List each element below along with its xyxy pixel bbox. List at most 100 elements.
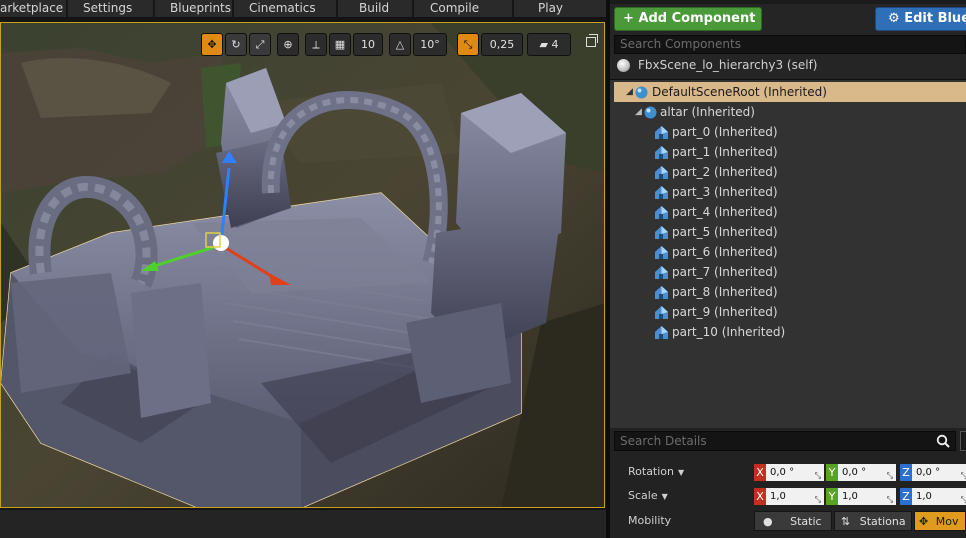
- details-options-button[interactable]: [960, 431, 966, 451]
- level-viewport[interactable]: ✥ ↻ ⤢ ⊕ ⟂ ▦ 10 △ 10° ⤡ 0,25 ▰ 4: [0, 22, 605, 508]
- tree-item-part[interactable]: part_7 (Inherited): [610, 262, 966, 282]
- surface-snap-icon: ⟂: [312, 38, 320, 51]
- expand-arrow-icon[interactable]: ◢: [626, 82, 633, 102]
- mobility-static-button[interactable]: ● Static: [754, 511, 832, 531]
- menu-blueprints[interactable]: Blueprints: [170, 0, 231, 18]
- mobility-movable-label: Mov: [935, 515, 959, 528]
- static-mesh-icon: [655, 326, 668, 339]
- static-mesh-icon: [655, 246, 668, 259]
- tree-item-part[interactable]: part_6 (Inherited): [610, 242, 966, 262]
- tree-item-label: part_6 (Inherited): [672, 245, 778, 259]
- rotation-snap-toggle[interactable]: △: [389, 33, 411, 56]
- scale-z-value: 1,0: [916, 491, 932, 502]
- spin-arrows-icon[interactable]: ⤡: [961, 491, 966, 508]
- tree-item-altar[interactable]: ◢ altar (Inherited): [610, 102, 966, 122]
- scale-mode-button[interactable]: ⤢: [249, 33, 271, 56]
- rotation-z-input[interactable]: 0,0 ° ⤡: [912, 464, 966, 481]
- menu-separator: [512, 0, 514, 18]
- tree-item-part[interactable]: part_1 (Inherited): [610, 142, 966, 162]
- menu-cinematics[interactable]: Cinematics: [249, 0, 316, 18]
- scene-component-icon: [644, 106, 657, 119]
- mobility-movable-button[interactable]: ✥ Mov: [914, 511, 966, 531]
- static-mesh-icon: [655, 126, 668, 139]
- tree-item-label: part_4 (Inherited): [672, 205, 778, 219]
- spin-arrows-icon[interactable]: ⤡: [887, 491, 893, 508]
- gears-icon: ⚙: [888, 11, 900, 26]
- tree-item-label: part_0 (Inherited): [672, 125, 778, 139]
- grid-snap-toggle[interactable]: ▦: [329, 33, 351, 56]
- static-mesh-icon: [655, 206, 668, 219]
- self-component-row[interactable]: FbxScene_lo_hierarchy3 (self): [614, 56, 966, 76]
- tree-item-part[interactable]: part_4 (Inherited): [610, 202, 966, 222]
- menu-separator: [412, 0, 414, 18]
- tree-item-label: part_10 (Inherited): [672, 325, 786, 339]
- scale-z-input[interactable]: 1,0 ⤡: [912, 488, 966, 505]
- tree-item-part[interactable]: part_3 (Inherited): [610, 182, 966, 202]
- actor-sphere-icon: [617, 59, 630, 72]
- add-component-button[interactable]: + Add Component ▼: [614, 7, 762, 47]
- rotation-y-value: 0,0 °: [842, 467, 867, 478]
- mobility-stationary-label: Stationa: [859, 515, 906, 528]
- camera-speed-button[interactable]: ▰ 4: [527, 33, 571, 56]
- menu-marketplace[interactable]: arketplace: [0, 0, 63, 18]
- scale-snap-value[interactable]: 0,25: [481, 33, 523, 56]
- rotation-snap-value[interactable]: 10°: [413, 33, 447, 56]
- add-component-label: Add Component: [638, 11, 756, 26]
- tree-item-part[interactable]: part_10 (Inherited): [610, 322, 966, 342]
- search-details-input[interactable]: Search Details: [614, 431, 956, 451]
- tree-item-label: part_7 (Inherited): [672, 265, 778, 279]
- tree-item-defaultsceneroot[interactable]: ◢ DefaultSceneRoot (Inherited): [614, 82, 966, 102]
- angle-icon: △: [395, 38, 405, 51]
- rotation-label[interactable]: Rotation ▼: [628, 463, 684, 481]
- spin-arrows-icon[interactable]: ⤡: [815, 491, 821, 508]
- rotation-x-input[interactable]: 0,0 ° ⤡: [766, 464, 824, 481]
- world-local-toggle[interactable]: ⊕: [277, 33, 299, 56]
- tree-item-label: part_2 (Inherited): [672, 165, 778, 179]
- rotation-z-value: 0,0 °: [916, 467, 941, 478]
- grid-snap-value[interactable]: 10: [353, 33, 383, 56]
- expand-arrow-icon[interactable]: ◢: [635, 102, 642, 122]
- menu-settings[interactable]: Settings: [83, 0, 132, 18]
- grid-icon: ▦: [334, 38, 346, 51]
- menu-compile[interactable]: Compile: [430, 0, 479, 18]
- menu-separator: [232, 0, 234, 18]
- scale-x-input[interactable]: 1,0 ⤡: [766, 488, 824, 505]
- tree-item-label: part_1 (Inherited): [672, 145, 778, 159]
- tree-item-part[interactable]: part_8 (Inherited): [610, 282, 966, 302]
- scale-snap-toggle[interactable]: ⤡: [457, 33, 479, 56]
- scale-y-value: 1,0: [842, 491, 858, 502]
- rotate-mode-button[interactable]: ↻: [225, 33, 247, 56]
- z-axis-label: Z: [900, 464, 912, 481]
- z-axis-label: Z: [900, 488, 912, 505]
- search-icon[interactable]: [936, 434, 950, 448]
- tree-item-part[interactable]: part_2 (Inherited): [610, 162, 966, 182]
- x-axis-label: X: [754, 488, 766, 505]
- rotation-y-input[interactable]: 0,0 ° ⤡: [838, 464, 896, 481]
- move-arrows-icon: ✥: [207, 38, 217, 51]
- tree-item-label: DefaultSceneRoot (Inherited): [652, 85, 827, 99]
- scale-label[interactable]: Scale ▼: [628, 487, 668, 505]
- plus-icon: +: [623, 11, 634, 26]
- menu-play[interactable]: Play: [538, 0, 563, 18]
- tree-item-part[interactable]: part_5 (Inherited): [610, 222, 966, 242]
- translate-mode-button[interactable]: ✥: [201, 33, 223, 56]
- tree-item-part[interactable]: part_9 (Inherited): [610, 302, 966, 322]
- edit-blueprint-button[interactable]: ⚙ Edit Blue: [875, 7, 966, 31]
- menu-build[interactable]: Build: [359, 0, 389, 18]
- maximize-viewport-icon[interactable]: [586, 34, 598, 47]
- spin-arrows-icon[interactable]: ⤡: [887, 467, 893, 484]
- mobility-static-label: Static: [790, 515, 822, 528]
- component-tree: ◢ DefaultSceneRoot (Inherited) ◢ altar (…: [610, 79, 966, 428]
- rotation-label-text: Rotation: [628, 465, 675, 478]
- tree-item-part[interactable]: part_0 (Inherited): [610, 122, 966, 142]
- panel-top-strip: [610, 0, 966, 4]
- editor-menubar: arketplace Settings Blueprints Cinematic…: [0, 0, 608, 18]
- scale-y-input[interactable]: 1,0 ⤡: [838, 488, 896, 505]
- search-components-input[interactable]: Search Components: [614, 35, 966, 54]
- spin-arrows-icon[interactable]: ⤡: [815, 467, 821, 484]
- y-axis-label: Y: [826, 488, 838, 505]
- mobility-stationary-button[interactable]: ⇅ Stationa: [834, 511, 912, 531]
- surface-snap-button[interactable]: ⟂: [305, 33, 327, 56]
- tree-item-label: part_8 (Inherited): [672, 285, 778, 299]
- spin-arrows-icon[interactable]: ⤡: [961, 467, 966, 484]
